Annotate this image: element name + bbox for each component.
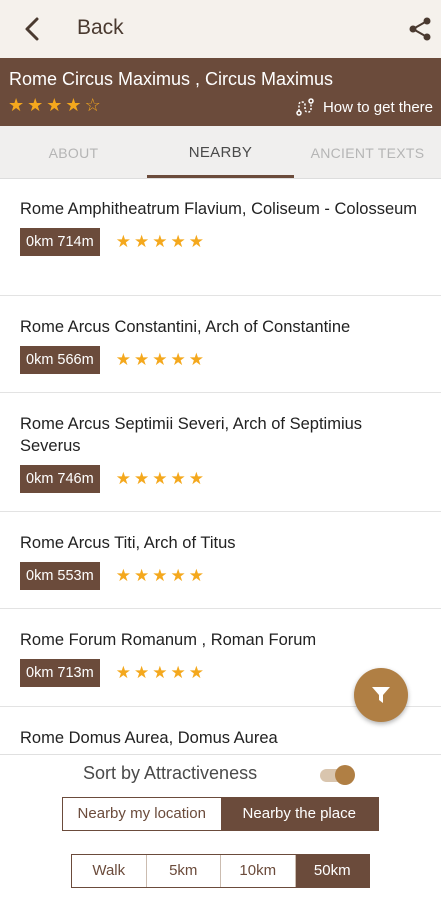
star-filled-icon: ★ [115,663,131,682]
list-item[interactable]: Rome Arcus Septimii Severi, Arch of Sept… [0,393,441,512]
distance-badge: 0km 746m [20,465,100,493]
star-filled-icon: ★ [133,350,150,369]
star-filled-icon: ★ [46,95,63,115]
tab-bar: ABOUT NEARBY ANCIENT TEXTS [0,126,441,179]
distance-badge: 0km 553m [20,562,100,590]
star-filled-icon: ★ [152,232,168,251]
place-name: Rome Arcus Septimii Severi, Arch of Sept… [20,415,363,455]
tab-about[interactable]: ABOUT [0,126,147,178]
nearby-my-location-option[interactable]: Nearby my location [63,798,221,830]
rating-stars: ★ ★ ★ ★ ★ [116,663,204,683]
place-name: Rome Arcus Constantini, Arch of Constant… [20,318,351,336]
star-filled-icon: ★ [133,469,150,488]
rating-stars: ★ ★ ★ ★ ★ [116,232,204,252]
star-filled-icon: ★ [170,350,186,369]
star-filled-icon: ★ [188,350,204,369]
back-arrow-icon[interactable] [18,15,46,43]
share-icon[interactable] [406,15,434,43]
range-50km-option[interactable]: 50km [295,855,369,887]
filter-button[interactable] [354,668,408,722]
star-filled-icon: ★ [152,350,168,369]
place-title: Rome Circus Maximus , Circus Maximus [9,69,334,89]
distance-badge: 0km 713m [20,659,100,687]
star-filled-icon: ★ [170,469,186,488]
star-filled-icon: ★ [133,232,150,251]
tab-ancient-texts[interactable]: ANCIENT TEXTS [294,126,441,178]
range-5km-option[interactable]: 5km [147,855,221,887]
star-filled-icon: ★ [188,232,204,251]
star-filled-icon: ★ [65,95,82,115]
star-filled-icon: ★ [133,663,150,682]
star-filled-icon: ★ [133,566,150,585]
rating-stars: ★ ★ ★ ★ ★ [116,469,204,489]
range-walk-option[interactable]: Walk [72,855,147,887]
distance-badge: 0km 714m [20,228,100,256]
toggle-knob [335,765,355,785]
star-filled-icon: ★ [152,566,168,585]
star-filled-icon: ★ [115,566,131,585]
star-filled-icon: ★ [27,95,44,115]
star-filled-icon: ★ [152,469,168,488]
star-filled-icon: ★ [170,566,186,585]
sort-filter-panel: Sort by Attractiveness Nearby my locatio… [0,754,441,901]
list-item[interactable]: Rome Amphitheatrum Flavium, Coliseum - C… [0,178,441,296]
rating-stars: ★ ★ ★ ★ ★ [116,566,204,586]
nearby-the-place-option[interactable]: Nearby the place [220,798,378,830]
rating-stars: ★ ★ ★ ★ ★ [116,350,204,370]
star-filled-icon: ★ [8,95,25,115]
filter-icon [372,687,390,703]
star-filled-icon: ★ [152,663,168,682]
star-filled-icon: ★ [170,232,186,251]
location-filter: Nearby my location Nearby the place [62,797,379,831]
how-to-get-there-button[interactable]: How to get there [295,97,433,117]
sort-toggle[interactable] [320,765,356,785]
distance-badge: 0km 566m [20,346,100,374]
place-rating: ★ ★ ★ ★ ☆ [8,95,101,115]
star-filled-icon: ★ [115,469,131,488]
star-filled-icon: ★ [115,350,131,369]
place-name: Rome Domus Aurea, Domus Aurea [20,729,278,747]
list-item[interactable]: Rome Arcus Titi, Arch of Titus 0km 553m … [0,512,441,609]
back-button[interactable]: Back [77,16,124,40]
how-to-get-there-label: How to get there [322,98,433,116]
range-filter: Walk 5km 10km 50km [71,854,370,888]
top-bar: Back [0,0,441,58]
star-filled-icon: ★ [115,232,131,251]
place-name: Rome Arcus Titi, Arch of Titus [20,534,236,552]
list-item[interactable]: Rome Arcus Constantini, Arch of Constant… [0,296,441,393]
star-filled-icon: ★ [188,469,204,488]
star-filled-icon: ★ [188,663,204,682]
range-10km-option[interactable]: 10km [221,855,296,887]
star-filled-icon: ★ [188,566,204,585]
place-name: Rome Forum Romanum , Roman Forum [20,631,317,649]
place-name: Rome Amphitheatrum Flavium, Coliseum - C… [20,200,418,218]
star-filled-icon: ★ [170,663,186,682]
route-icon [296,98,314,116]
sort-label: Sort by Attractiveness [83,763,258,783]
star-empty-icon: ☆ [84,95,101,115]
place-header: Rome Circus Maximus , Circus Maximus ★ ★ ★… [0,58,441,126]
tab-nearby[interactable]: NEARBY [147,126,294,178]
